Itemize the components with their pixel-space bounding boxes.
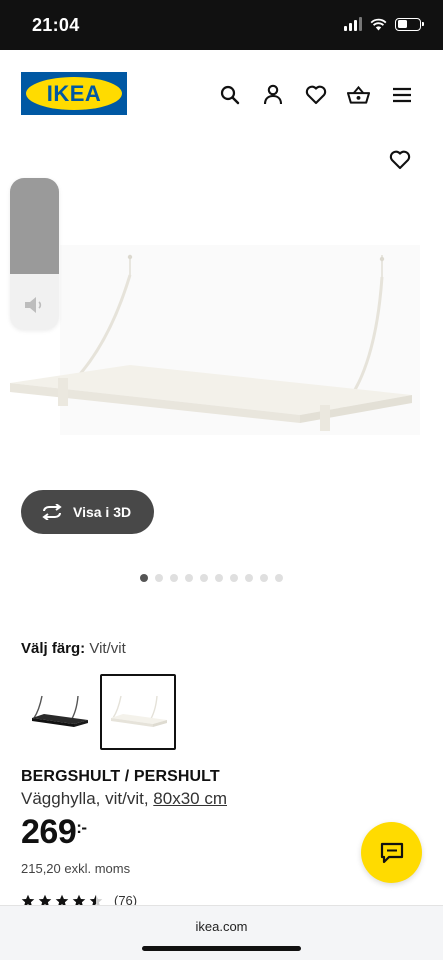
status-icons: [344, 17, 424, 31]
color-swatch-white-selected[interactable]: [100, 674, 176, 750]
chat-button[interactable]: [361, 822, 422, 883]
pagination-dot[interactable]: [140, 574, 148, 582]
basket-icon[interactable]: [347, 83, 370, 106]
battery-level: [397, 20, 407, 28]
color-swatch-black[interactable]: [21, 674, 97, 750]
view-in-3d-label: Visa i 3D: [73, 504, 132, 520]
status-bar: 21:04: [0, 0, 443, 50]
black-shelf-thumbnail: [32, 695, 88, 727]
product-description: Vägghylla, vit/vit, 80x30 cm: [21, 789, 227, 809]
pagination-dot[interactable]: [245, 574, 253, 582]
header-icons: [218, 83, 413, 106]
pagination-dot[interactable]: [215, 574, 223, 582]
product-gallery[interactable]: Visa i 3D: [0, 140, 443, 590]
color-label: Välj färg:: [21, 640, 86, 657]
price-suffix: :-: [76, 818, 87, 837]
white-shelf-thumbnail: [111, 695, 167, 727]
volume-hud: [10, 178, 59, 330]
account-icon[interactable]: [261, 83, 284, 106]
chat-icon: [380, 842, 403, 863]
logo-text: IKEA: [46, 80, 102, 106]
volume-level: [10, 178, 59, 274]
price-value: 269: [21, 813, 77, 851]
battery-icon: [395, 17, 424, 31]
rotate-3d-icon: [42, 504, 62, 520]
browser-address-bar[interactable]: ikea.com: [0, 905, 443, 960]
product-size-link[interactable]: 80x30 cm: [153, 789, 227, 808]
pagination-dot[interactable]: [155, 574, 163, 582]
search-icon[interactable]: [218, 83, 241, 106]
pagination-dot[interactable]: [260, 574, 268, 582]
ikea-logo[interactable]: IKEA: [21, 72, 127, 115]
pagination-dot[interactable]: [230, 574, 238, 582]
wifi-icon: [370, 18, 387, 30]
url-text[interactable]: ikea.com: [0, 919, 443, 934]
logo-oval: IKEA: [26, 77, 122, 110]
home-indicator[interactable]: [142, 946, 301, 951]
color-selector-label: Välj färg: Vit/vit: [21, 640, 126, 657]
view-in-3d-button[interactable]: Visa i 3D: [21, 490, 154, 534]
wishlist-heart-icon[interactable]: [304, 83, 327, 106]
product-name: BERGSHULT / PERSHULT: [21, 768, 220, 785]
pagination-dot[interactable]: [170, 574, 178, 582]
product-description-text: Vägghylla, vit/vit,: [21, 789, 149, 808]
site-header: IKEA: [0, 50, 443, 140]
status-time: 21:04: [32, 15, 80, 35]
color-value: Vit/vit: [89, 640, 126, 657]
cellular-signal-icon: [344, 17, 362, 31]
pagination-dot[interactable]: [200, 574, 208, 582]
favourite-heart-icon[interactable]: [389, 150, 413, 174]
image-pagination[interactable]: [140, 574, 283, 582]
menu-icon[interactable]: [390, 83, 413, 106]
speaker-icon: [25, 297, 42, 313]
pagination-dot[interactable]: [185, 574, 193, 582]
pagination-dot[interactable]: [275, 574, 283, 582]
price-excl-vat: 215,20 exkl. moms: [21, 861, 131, 876]
product-image: [10, 245, 420, 435]
product-price: 269:-: [21, 813, 87, 852]
